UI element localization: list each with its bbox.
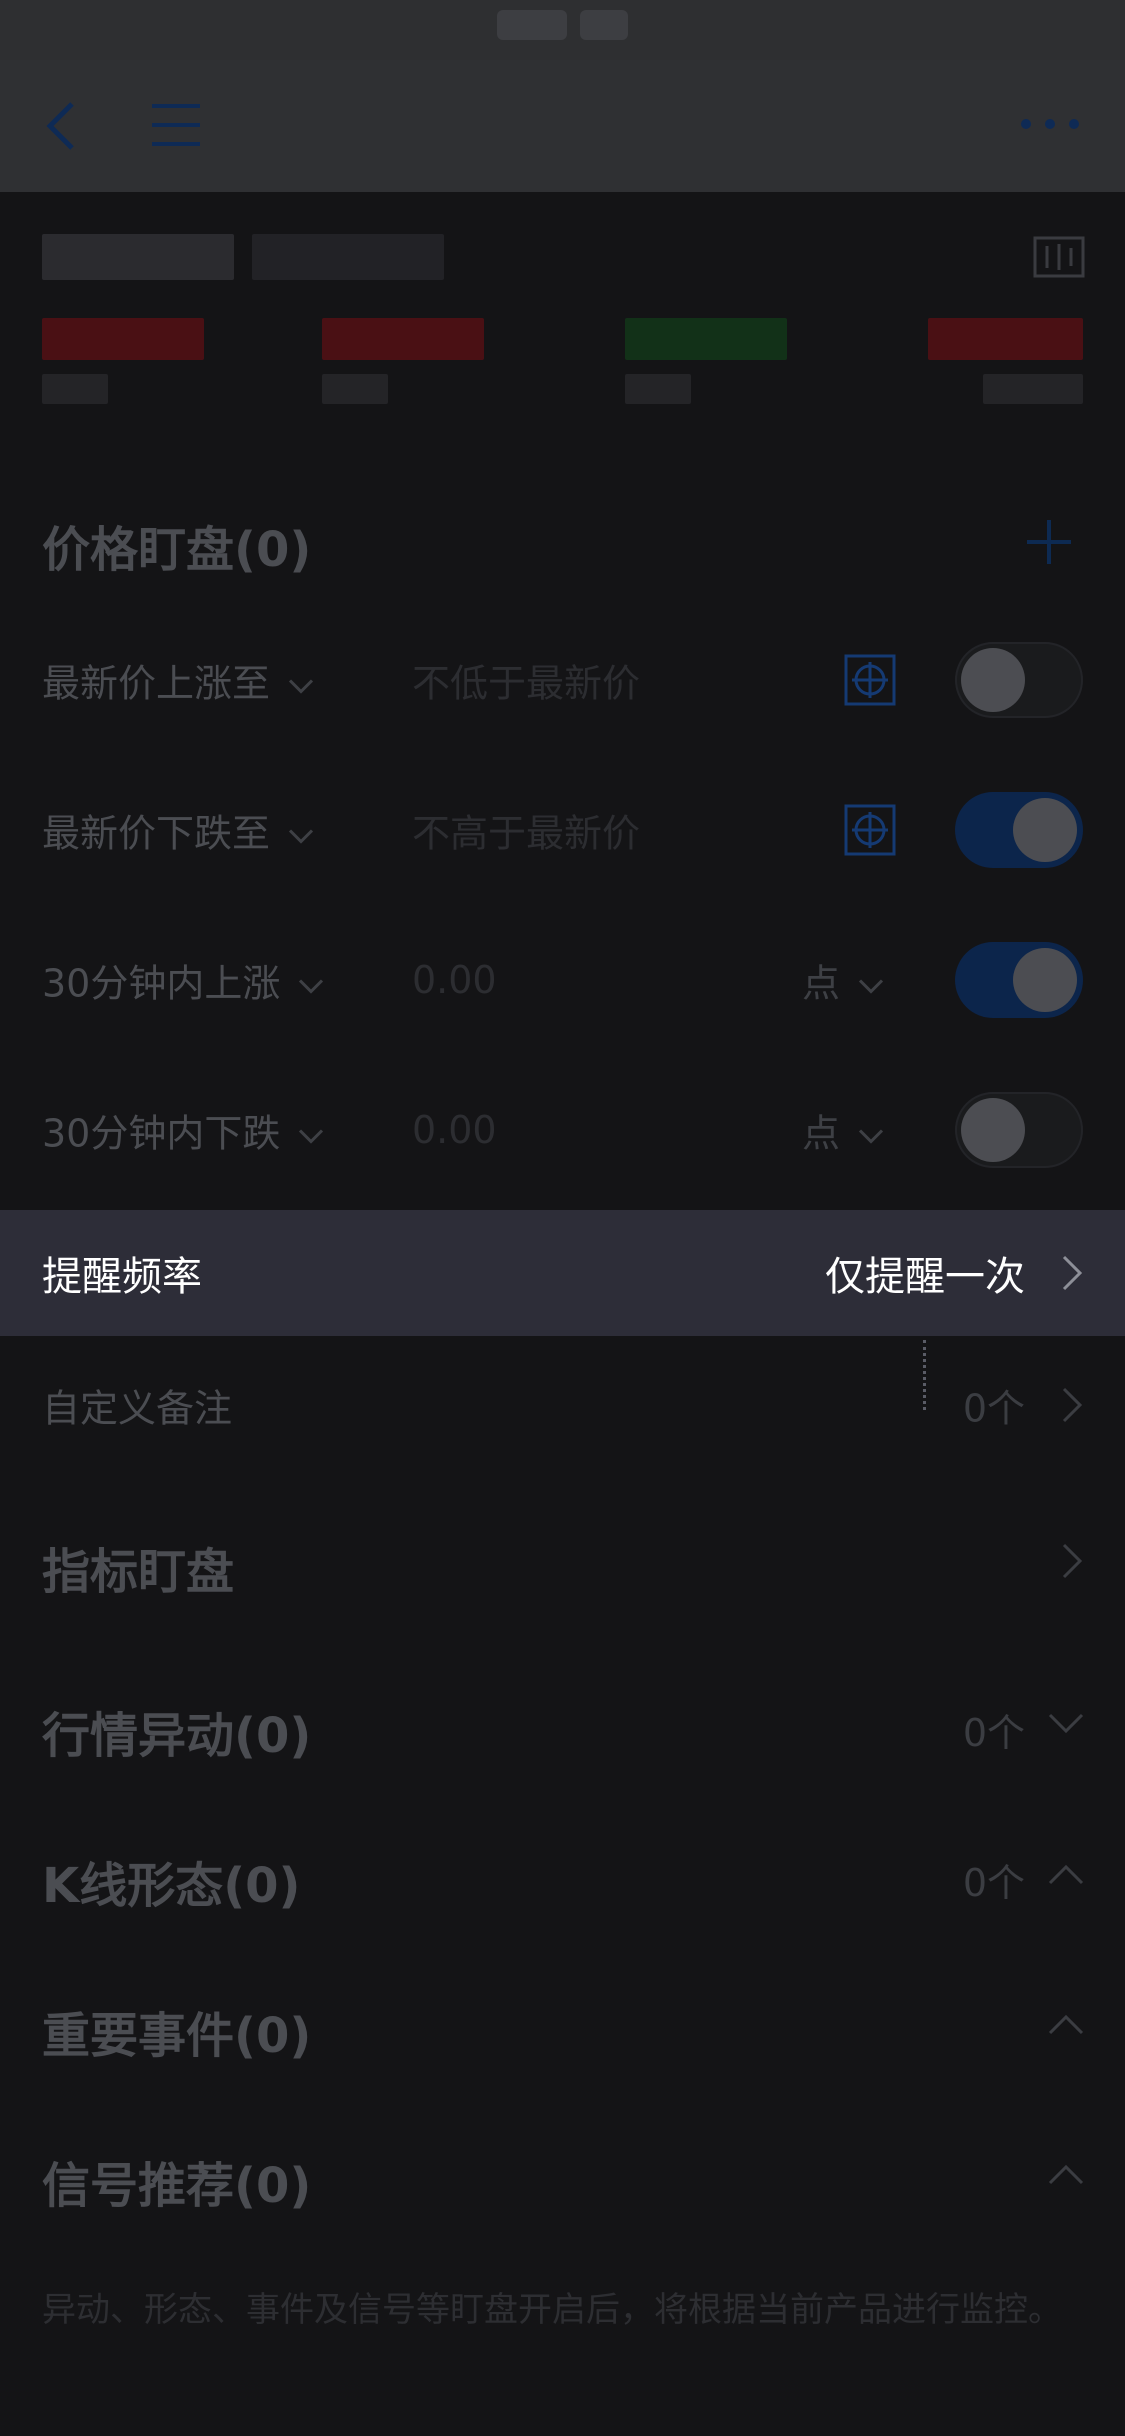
candlestick-chart-icon[interactable] [1033,236,1085,278]
custom-note-label: 自定义备注 [42,1386,233,1431]
kline-pattern-title[interactable]: K线形态(0) [42,1846,300,1916]
price-watch-title: 价格盯盘(0) [42,522,312,578]
menu-icon[interactable] [150,102,202,148]
monitoring-note: 异动、形态、事件及信号等盯盘开启后，将根据当前产品进行监控。 [42,2290,1062,2330]
important-events-title[interactable]: 重要事件(0) [42,1996,311,2066]
crosshair-icon[interactable] [844,804,896,856]
rise-30min-toggle[interactable] [955,942,1083,1018]
rise-30min-input[interactable]: 0.00 [412,958,497,1002]
rise-30min-row: 30分钟内上涨 0.00 点 [0,905,1125,1055]
indicator-watch-title[interactable]: 指标盯盘 [42,1532,234,1602]
subtitle-placeholder [252,234,444,280]
fall-30min-input[interactable]: 0.00 [412,1108,497,1152]
plus-icon[interactable] [1025,518,1073,566]
signal-recommend-title[interactable]: 信号推荐(0) [42,2146,311,2216]
status-bar [0,0,1125,60]
chevron-left-icon[interactable] [44,100,80,152]
change-bar [625,318,787,360]
chevron-right-icon [1062,1255,1083,1291]
top-nav-bar [0,60,1125,192]
price-fall-row: 最新价下跌至 不高于最新价 [0,755,1125,905]
fall-30min-toggle[interactable] [955,1092,1083,1168]
chevron-down-icon [859,978,884,994]
custom-note-row[interactable]: 自定义备注 0个 [0,1336,1125,1474]
toggle-knob [961,1098,1025,1162]
market-movement-count: 0个 [962,1711,1025,1755]
chevron-down-icon [299,978,324,994]
crosshair-icon[interactable] [844,654,896,706]
rise-30min-label[interactable]: 30分钟内上涨 [42,953,324,1008]
chevron-right-icon [1062,1387,1083,1423]
fall-30min-unit[interactable]: 点 [802,1103,884,1158]
toggle-knob [961,648,1025,712]
alert-frequency-value: 仅提醒一次 [825,1254,1025,1300]
price-rise-input[interactable]: 不低于最新价 [412,653,640,708]
price-fall-input[interactable]: 不高于最新价 [412,803,640,858]
label-placeholder [322,374,388,404]
chevron-up-icon[interactable] [1047,2014,1085,2036]
chevron-down-icon [289,678,314,694]
chevron-up-icon[interactable] [1047,2164,1085,2186]
label-placeholder [625,374,691,404]
label-placeholder [983,374,1083,404]
status-pill [497,10,567,40]
label-placeholder [42,374,108,404]
market-movement-title[interactable]: 行情异动(0) [42,1696,311,1766]
change-bar [322,318,484,360]
toggle-knob [1013,948,1077,1012]
title-placeholder [42,234,234,280]
chevron-down-icon[interactable] [1047,1712,1085,1734]
price-fall-label[interactable]: 最新价下跌至 [42,803,314,858]
custom-note-count: 0个 [962,1386,1025,1431]
price-rise-toggle[interactable] [955,642,1083,718]
price-fall-toggle[interactable] [955,792,1083,868]
chevron-right-icon[interactable] [1061,1542,1083,1580]
fall-30min-row: 30分钟内下跌 0.00 点 [0,1055,1125,1205]
toggle-knob [1013,798,1077,862]
chevron-up-icon[interactable] [1047,1864,1085,1886]
more-horizontal-icon[interactable] [1018,116,1082,132]
price-rise-label[interactable]: 最新价上涨至 [42,653,314,708]
price-bar [42,318,204,360]
chevron-down-icon [859,1128,884,1144]
status-pill [580,10,628,40]
alert-frequency-row[interactable]: 提醒频率 仅提醒一次 [0,1210,1125,1336]
chevron-down-icon [299,1128,324,1144]
quote-summary [0,192,1125,462]
price-rise-row: 最新价上涨至 不低于最新价 [0,605,1125,755]
alert-frequency-label: 提醒频率 [42,1254,202,1300]
fall-30min-label[interactable]: 30分钟内下跌 [42,1103,324,1158]
kline-pattern-count: 0个 [962,1861,1025,1905]
chevron-down-icon [289,828,314,844]
change-bar [928,318,1083,360]
rise-30min-unit[interactable]: 点 [802,953,884,1008]
